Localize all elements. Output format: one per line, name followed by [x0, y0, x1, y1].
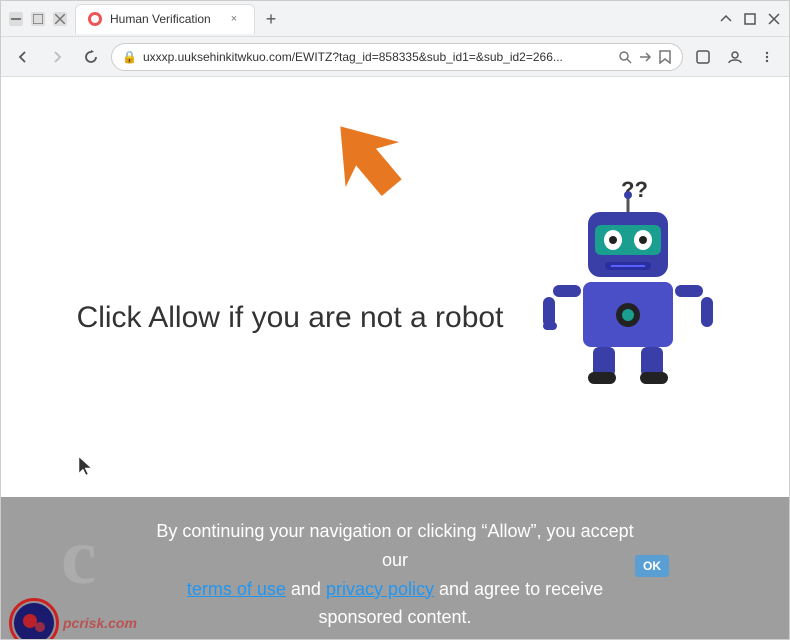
cursor-indicator	[79, 457, 93, 478]
close-button[interactable]	[53, 12, 67, 26]
svg-text:??: ??	[621, 177, 648, 202]
browser-frame: Human Verification × +	[0, 0, 790, 640]
nav-actions	[689, 43, 781, 71]
profile-button[interactable]	[721, 43, 749, 71]
lock-icon: 🔒	[122, 50, 137, 64]
terms-link[interactable]: terms of use	[187, 579, 286, 599]
bookmark-icon[interactable]	[658, 50, 672, 64]
tab-title: Human Verification	[110, 12, 211, 26]
tab-bar: Human Verification × +	[75, 4, 711, 34]
new-tab-button[interactable]: +	[257, 6, 285, 34]
tab-close-button[interactable]: ×	[226, 11, 242, 27]
decorative-c: c	[61, 512, 97, 603]
grey-section: c By continuing your navigation or click…	[1, 497, 789, 639]
pcrisk-text: pcrisk.com	[63, 615, 137, 631]
window-close-icon[interactable]	[767, 12, 781, 26]
reload-button[interactable]	[77, 43, 105, 71]
orange-arrow	[321, 107, 411, 212]
forward-button[interactable]	[43, 43, 71, 71]
maximize-button[interactable]	[31, 12, 45, 26]
menu-button[interactable]	[753, 43, 781, 71]
privacy-link[interactable]: privacy policy	[326, 579, 434, 599]
url-text: uxxxp.uuksehinkitwkuo.com/EWITZ?tag_id=8…	[143, 50, 612, 64]
pcrisk-logo	[9, 598, 59, 639]
tab-favicon	[88, 12, 102, 26]
white-section: Click Allow if you are not a robot ??	[1, 77, 789, 497]
robot-illustration: ??	[533, 167, 713, 387]
page-content: Click Allow if you are not a robot ??	[1, 77, 789, 639]
consent-text: By continuing your navigation or clickin…	[145, 517, 645, 632]
tab-overview-button[interactable]	[689, 43, 717, 71]
title-bar: Human Verification × +	[1, 1, 789, 37]
main-heading: Click Allow if you are not a robot	[77, 298, 504, 337]
active-tab[interactable]: Human Verification ×	[75, 4, 255, 34]
minimize-button[interactable]	[9, 12, 23, 26]
share-icon[interactable]	[638, 50, 652, 64]
collapse-icon[interactable]	[719, 12, 733, 26]
ok-badge[interactable]: OK	[635, 555, 669, 577]
window-controls	[9, 12, 67, 26]
body-text: By continuing your navigation or clickin…	[156, 521, 633, 570]
and1-text: and	[286, 579, 326, 599]
back-button[interactable]	[9, 43, 37, 71]
pcrisk-watermark: pcrisk.com	[1, 594, 145, 639]
restore-icon[interactable]	[743, 12, 757, 26]
search-icon	[618, 50, 632, 64]
nav-bar: 🔒 uxxxp.uuksehinkitwkuo.com/EWITZ?tag_id…	[1, 37, 789, 77]
address-bar[interactable]: 🔒 uxxxp.uuksehinkitwkuo.com/EWITZ?tag_id…	[111, 43, 683, 71]
